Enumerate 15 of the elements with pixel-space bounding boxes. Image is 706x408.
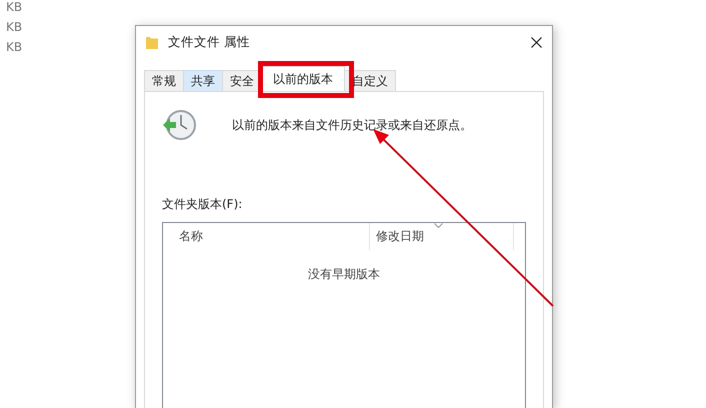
file-size: KB [6, 0, 22, 14]
close-icon[interactable] [531, 36, 542, 48]
window-title: 文件文件 属性 [168, 34, 251, 50]
folder-icon [146, 35, 158, 49]
empty-message: 没有早期版本 [308, 266, 380, 283]
description-text: 以前的版本来自文件历史记录或来自还原点。 [232, 117, 472, 134]
column-header[interactable]: 名称 [163, 223, 369, 250]
clock-icon [162, 109, 196, 141]
file-size: KB [6, 40, 22, 54]
list-label: 文件夹版本(F): [162, 196, 242, 213]
column-header[interactable]: 修改日期 [369, 223, 513, 250]
tab[interactable]: 常规 [144, 70, 184, 91]
tab[interactable]: 共享 [183, 70, 223, 91]
file-size: KB [6, 20, 22, 34]
versions-list[interactable]: 名称 修改日期 没有早期版本 [162, 222, 526, 408]
